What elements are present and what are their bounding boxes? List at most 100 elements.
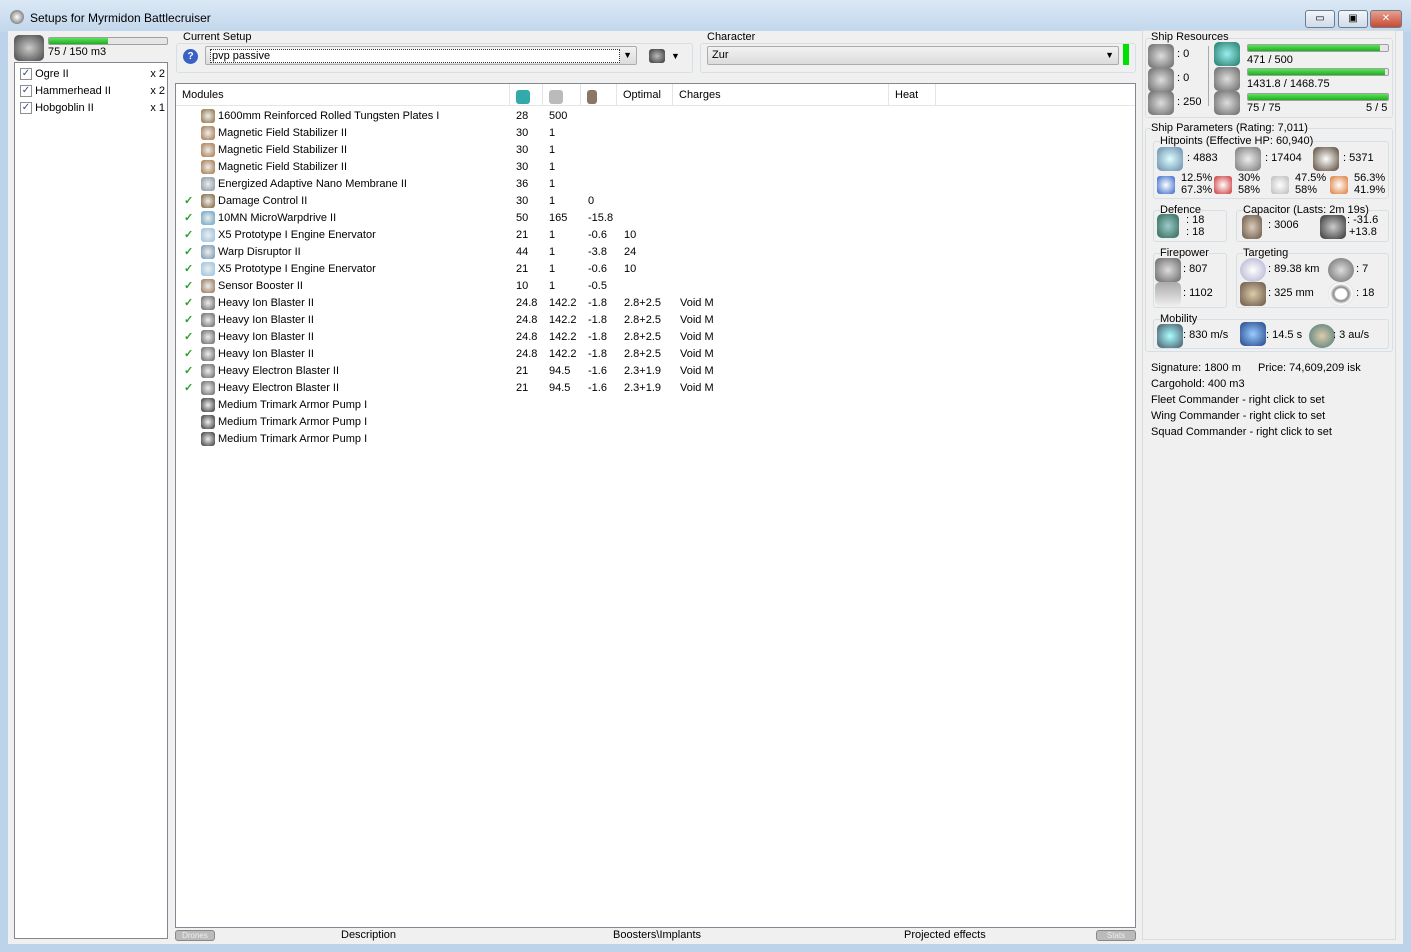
module-power: 1 — [549, 195, 556, 207]
column-cpu[interactable] — [510, 84, 543, 106]
help-icon[interactable]: ? — [183, 49, 198, 64]
character-select[interactable]: Zur ▼ — [707, 46, 1119, 65]
resist-value-1: 30% — [1238, 172, 1261, 184]
module-optimal: 2.8+2.5 — [624, 314, 662, 326]
speed-icon — [1157, 324, 1183, 348]
module-row[interactable]: ✓ Heavy Electron Blaster II 21 94.5 -1.6… — [176, 363, 1134, 380]
active-check-icon[interactable]: ✓ — [184, 295, 193, 312]
module-row[interactable]: Medium Trimark Armor Pump I — [176, 397, 1134, 414]
module-power: 1 — [549, 246, 556, 258]
module-row[interactable]: ✓ X5 Prototype I Engine Enervator 21 1 -… — [176, 261, 1134, 278]
column-optimal[interactable]: Optimal — [617, 84, 673, 106]
max-targets-icon — [1328, 258, 1354, 282]
capacitor-amount: : 3006 — [1268, 219, 1299, 231]
drone-count: x 1 — [150, 102, 165, 114]
damage-type-icon — [1271, 176, 1289, 194]
module-row[interactable]: Magnetic Field Stabilizer II 30 1 — [176, 125, 1134, 142]
module-row[interactable]: 1600mm Reinforced Rolled Tungsten Plates… — [176, 108, 1134, 125]
module-row[interactable]: ✓ Warp Disruptor II 44 1 -3.8 24 — [176, 244, 1134, 261]
active-check-icon[interactable]: ✓ — [184, 329, 193, 346]
module-name: X5 Prototype I Engine Enervator — [218, 229, 376, 241]
module-row[interactable]: ✓ Heavy Ion Blaster II 24.8 142.2 -1.8 2… — [176, 295, 1134, 312]
drone-checkbox[interactable]: ✓ — [20, 102, 32, 115]
drone-list[interactable]: ✓ Ogre II x 2 ✓ Hammerhead II x 2 ✓ Hobgobli… — [14, 62, 168, 939]
wing-commander[interactable]: Wing Commander - right click to set — [1151, 410, 1325, 422]
active-check-icon[interactable]: ✓ — [184, 312, 193, 329]
module-icon — [201, 194, 215, 208]
ship-menu-icon[interactable] — [649, 49, 665, 63]
module-row[interactable]: Magnetic Field Stabilizer II 30 1 — [176, 159, 1134, 176]
chevron-down-icon[interactable]: ▼ — [671, 51, 680, 61]
squad-commander[interactable]: Squad Commander - right click to set — [1151, 426, 1332, 438]
module-name: Warp Disruptor II — [218, 246, 301, 258]
setup-select[interactable]: pvp passive ▼ — [205, 46, 637, 65]
defence-value-2: : 18 — [1186, 226, 1205, 238]
tab-stats[interactable]: Stats — [1096, 930, 1136, 941]
active-check-icon[interactable]: ✓ — [184, 261, 193, 278]
module-row[interactable]: Medium Trimark Armor Pump I — [176, 431, 1134, 448]
turret-slots: : 0 — [1177, 48, 1190, 60]
module-capacitor: -1.8 — [588, 297, 607, 309]
drone-item[interactable]: ✓ Ogre II x 2 — [20, 66, 165, 82]
module-row[interactable]: ✓ 10MN MicroWarpdrive II 50 165 -15.8 — [176, 210, 1134, 227]
module-row[interactable]: Energized Adaptive Nano Membrane II 36 1 — [176, 176, 1134, 193]
active-check-icon[interactable]: ✓ — [184, 227, 193, 244]
hull-hp: : 5371 — [1343, 152, 1374, 164]
module-capacitor: 0 — [588, 195, 595, 207]
modules-list[interactable]: Modules Optimal Charges Heat 1600mm Rein… — [175, 83, 1136, 928]
module-row[interactable]: Magnetic Field Stabilizer II 30 1 — [176, 142, 1134, 159]
module-name: 10MN MicroWarpdrive II — [218, 212, 337, 224]
drone-checkbox[interactable]: ✓ — [20, 68, 32, 81]
tab-boosters-implants[interactable]: Boosters\Implants — [613, 929, 701, 941]
module-row[interactable]: ✓ X5 Prototype I Engine Enervator 21 1 -… — [176, 227, 1134, 244]
close-button[interactable]: ✕ — [1370, 10, 1402, 28]
resist-value-2: 58% — [1295, 184, 1318, 196]
active-check-icon[interactable]: ✓ — [184, 380, 193, 397]
drone-bay-text: 75 / 150 m3 — [48, 46, 107, 58]
powergrid-icon — [549, 90, 563, 105]
column-modules[interactable]: Modules — [176, 84, 510, 106]
module-row[interactable]: ✓ Heavy Electron Blaster II 21 94.5 -1.6… — [176, 380, 1134, 397]
resist-value-1: 47.5% — [1295, 172, 1327, 184]
signature: Signature: 1800 m — [1151, 362, 1241, 374]
module-name: Heavy Electron Blaster II — [218, 365, 340, 377]
active-check-icon[interactable]: ✓ — [184, 363, 193, 380]
drone-count: x 2 — [150, 68, 165, 80]
module-name: Heavy Ion Blaster II — [218, 314, 314, 326]
active-check-icon[interactable]: ✓ — [184, 346, 193, 363]
price: Price: 74,609,209 isk — [1258, 362, 1361, 374]
active-check-icon[interactable]: ✓ — [184, 244, 193, 261]
tab-description[interactable]: Description — [341, 929, 396, 941]
drone-item[interactable]: ✓ Hammerhead II x 2 — [20, 83, 165, 99]
active-check-icon[interactable]: ✓ — [184, 193, 193, 210]
column-power[interactable] — [543, 84, 581, 106]
resist-group: 12.5% 67.3% — [1157, 172, 1212, 198]
tab-drones[interactable]: Drones — [175, 930, 215, 941]
column-heat[interactable]: Heat — [889, 84, 936, 106]
drone-bandwidth-value: 75 / 75 — [1247, 102, 1281, 114]
maximize-button[interactable]: ▣ — [1338, 10, 1368, 28]
calibration-value: : 250 — [1177, 96, 1202, 108]
module-row[interactable]: ✓ Heavy Ion Blaster II 24.8 142.2 -1.8 2… — [176, 312, 1134, 329]
armor-icon — [1235, 147, 1261, 171]
active-check-icon[interactable]: ✓ — [184, 278, 193, 295]
drone-item[interactable]: ✓ Hobgoblin II x 1 — [20, 100, 165, 116]
drone-checkbox[interactable]: ✓ — [20, 85, 32, 98]
column-capacitor[interactable] — [581, 84, 617, 106]
module-cpu: 28 — [516, 110, 529, 122]
module-row[interactable]: Medium Trimark Armor Pump I — [176, 414, 1134, 431]
module-row[interactable]: ✓ Heavy Ion Blaster II 24.8 142.2 -1.8 2… — [176, 346, 1134, 363]
tab-projected-effects[interactable]: Projected effects — [904, 929, 986, 941]
fleet-commander[interactable]: Fleet Commander - right click to set — [1151, 394, 1325, 406]
minimize-button[interactable]: ▭ — [1305, 10, 1335, 28]
column-charges[interactable]: Charges — [673, 84, 889, 106]
active-check-icon[interactable]: ✓ — [184, 210, 193, 227]
drone-name: Ogre II — [35, 68, 69, 80]
module-cpu: 21 — [516, 382, 529, 394]
shield-icon — [1157, 147, 1183, 171]
module-row[interactable]: ✓ Damage Control II 30 1 0 — [176, 193, 1134, 210]
module-row[interactable]: ✓ Heavy Ion Blaster II 24.8 142.2 -1.8 2… — [176, 329, 1134, 346]
align-time-icon — [1240, 322, 1266, 346]
module-row[interactable]: ✓ Sensor Booster II 10 1 -0.5 — [176, 278, 1134, 295]
armor-hp: : 17404 — [1265, 152, 1302, 164]
